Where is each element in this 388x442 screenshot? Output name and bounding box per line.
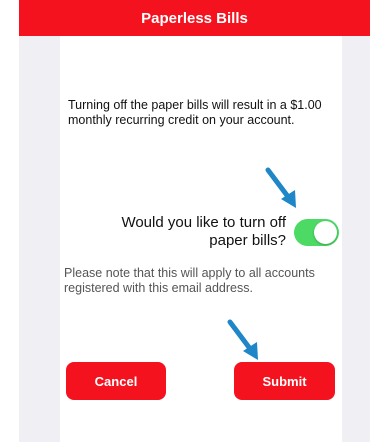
paper-bills-toggle[interactable]: [294, 219, 339, 246]
paperless-bills-screen: Paperless Bills Turning off the paper bi…: [0, 0, 388, 442]
credit-info-text: Turning off the paper bills will result …: [68, 98, 322, 127]
arrow-down-right-icon: [227, 319, 258, 360]
right-margin-panel: [342, 36, 370, 442]
left-margin-panel: [19, 36, 60, 442]
page-title-bar: Paperless Bills: [19, 0, 370, 36]
accounts-note-text: Please note that this will apply to all …: [64, 266, 315, 295]
arrow-down-right-icon: [265, 167, 296, 208]
content-panel: Turning off the paper bills will result …: [60, 36, 342, 442]
turn-off-paper-question: Would you like to turn off paper bills?: [121, 214, 286, 249]
toggle-knob: [314, 221, 337, 244]
submit-button[interactable]: Submit: [234, 362, 335, 400]
page-title: Paperless Bills: [141, 9, 248, 27]
cancel-button[interactable]: Cancel: [66, 362, 166, 400]
